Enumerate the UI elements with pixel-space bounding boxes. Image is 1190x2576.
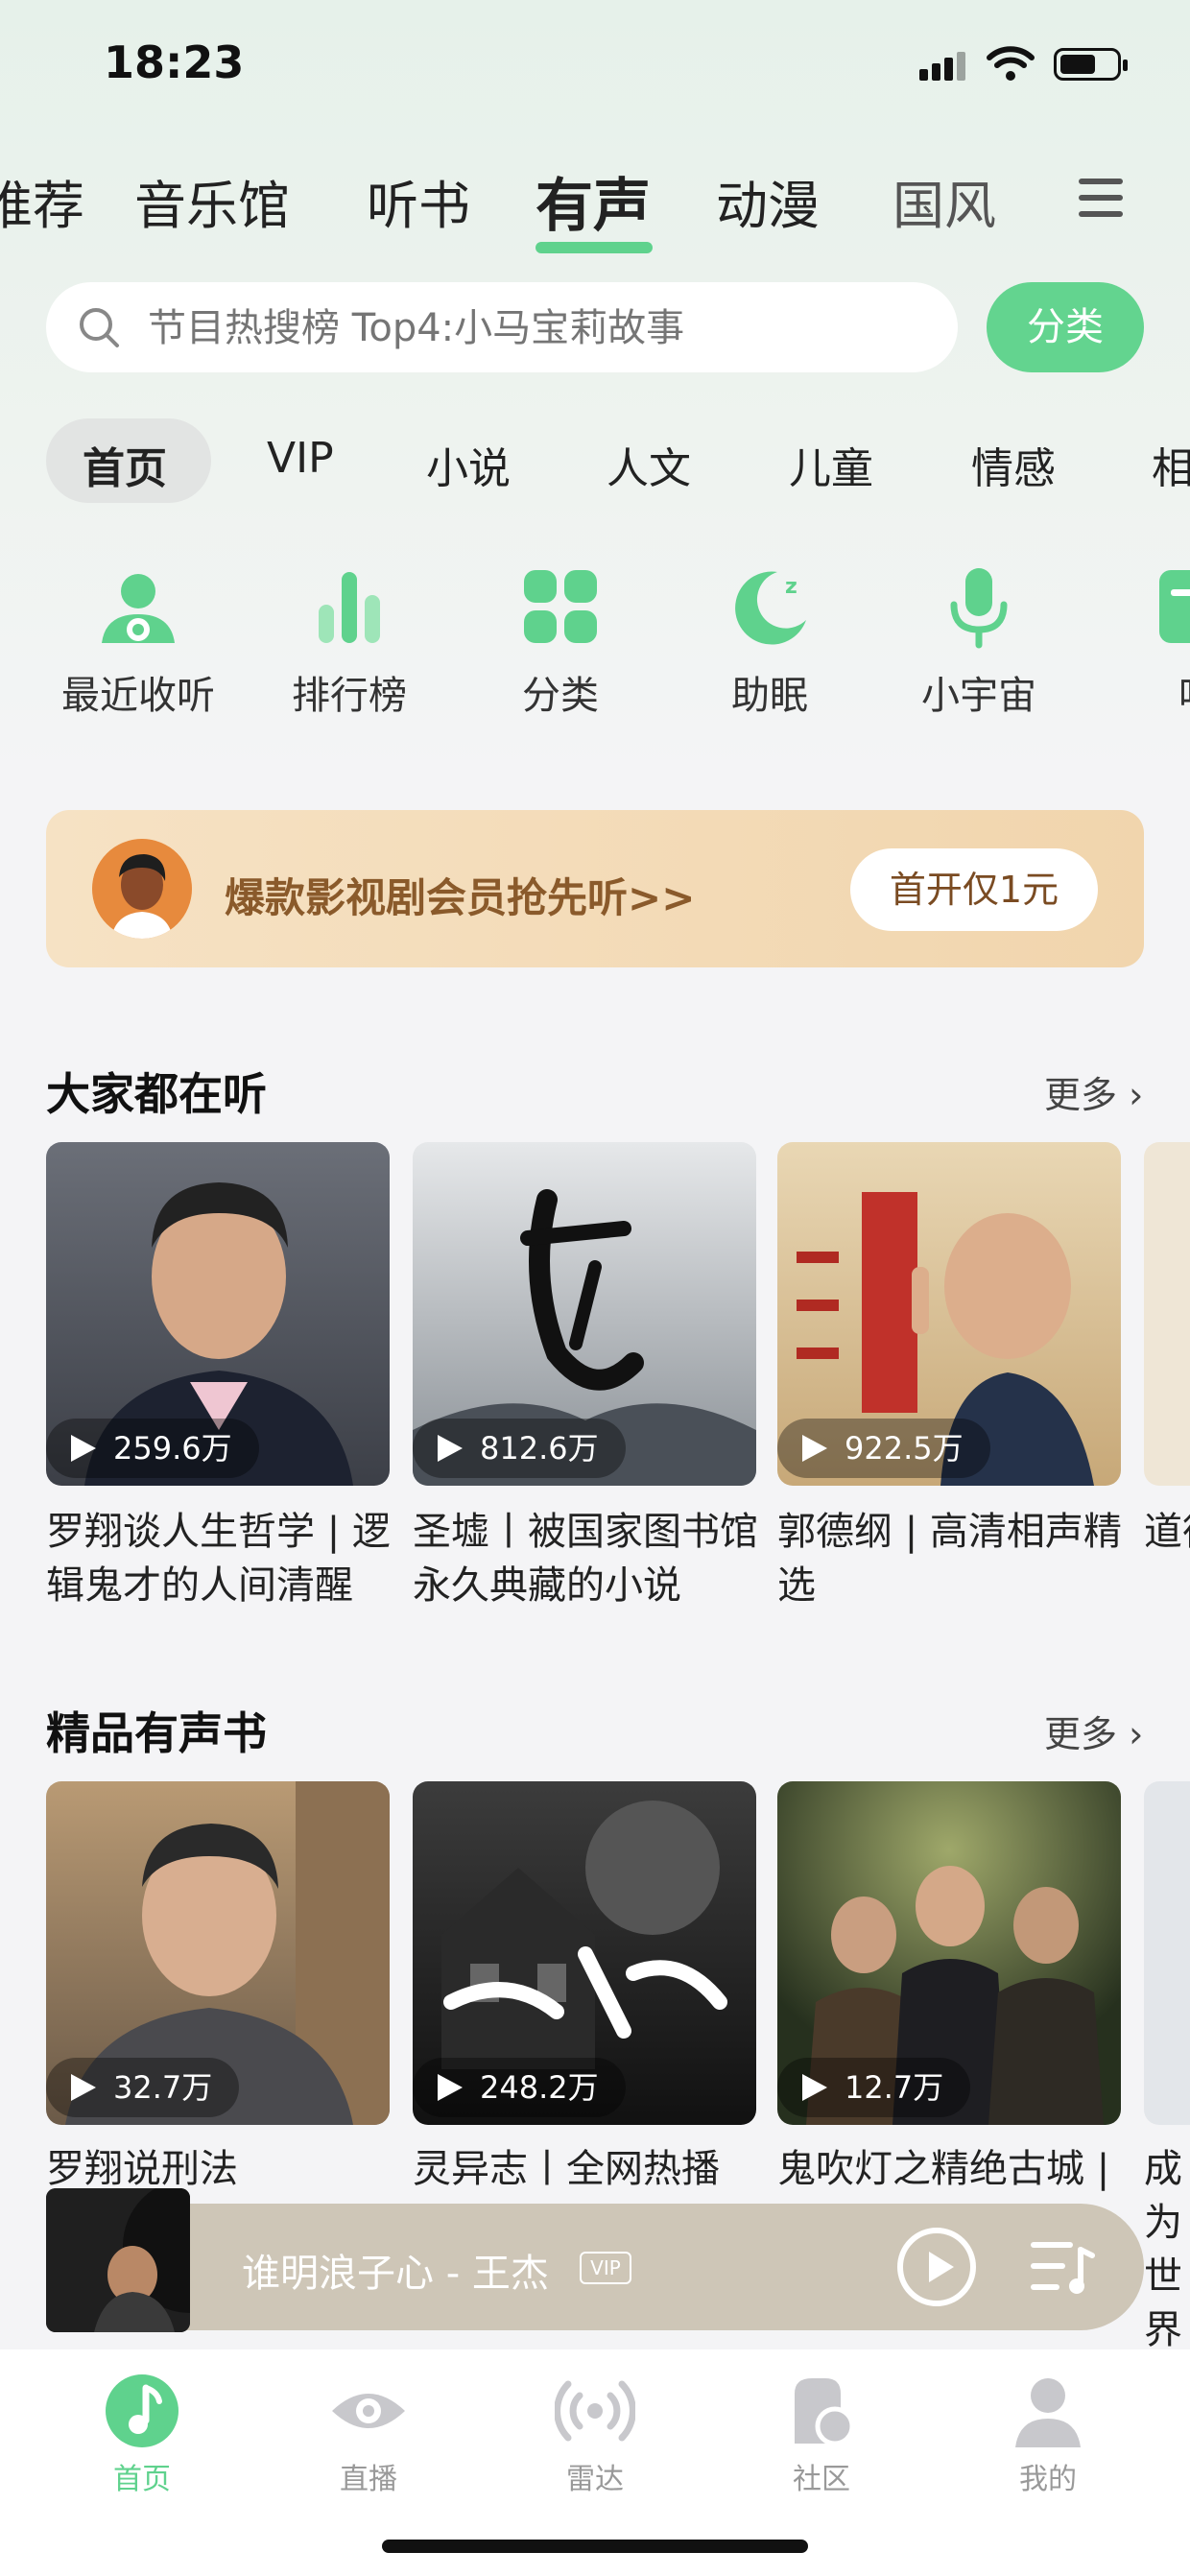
svg-text:z: z	[785, 575, 797, 599]
more-label: 更多	[1044, 1074, 1118, 1116]
quick-entry-xiaoyuzhou[interactable]: 小宇宙	[883, 664, 1075, 720]
more-link-popular[interactable]: 更多 ›	[1044, 1065, 1143, 1118]
tab-guofeng[interactable]: 国风	[892, 163, 996, 239]
more-link-books[interactable]: 更多 ›	[1044, 1705, 1143, 1757]
play-icon	[438, 2074, 463, 2101]
radar-icon[interactable]	[555, 2371, 635, 2451]
play-count-badge: 12.7万	[777, 2058, 971, 2117]
card-title[interactable]: 鬼吹灯之精绝古城 |	[777, 2142, 1132, 2196]
community-icon[interactable]	[781, 2371, 862, 2451]
eye-icon[interactable]	[328, 2371, 409, 2451]
play-count-badge: 32.7万	[46, 2058, 240, 2117]
quick-entry-ranking[interactable]: 排行榜	[253, 664, 445, 720]
subtab-children[interactable]: 儿童	[789, 434, 873, 495]
tab-recommend[interactable]: 推荐	[0, 163, 84, 239]
subtab-home[interactable]: 首页	[83, 434, 167, 495]
play-count: 12.7万	[845, 2069, 944, 2106]
banner-avatar	[92, 839, 192, 939]
nav-live[interactable]: 直播	[292, 2455, 445, 2497]
music-note-icon[interactable]	[102, 2371, 182, 2451]
tab-audiobook[interactable]: 听书	[367, 163, 470, 239]
home-indicator	[382, 2540, 808, 2553]
card-title[interactable]: 郭德纲 | 高清相声精选	[777, 1505, 1132, 1612]
play-icon[interactable]	[896, 2227, 977, 2307]
vip-badge: VIP	[580, 2252, 631, 2284]
play-count: 248.2万	[480, 2069, 599, 2106]
subtab-vip[interactable]: VIP	[267, 434, 334, 483]
album-cover[interactable]	[1144, 1781, 1190, 2125]
profile-icon[interactable]	[1008, 2371, 1088, 2451]
search-input[interactable]	[148, 299, 935, 357]
banner-button[interactable]: 首开仅1元	[850, 848, 1098, 931]
album-cover[interactable]	[1144, 1142, 1190, 1486]
active-tab-indicator	[536, 242, 653, 253]
play-count-badge: 812.6万	[413, 1419, 626, 1478]
play-count: 259.6万	[113, 1430, 232, 1467]
play-count-badge: 259.6万	[46, 1419, 259, 1478]
nav-community[interactable]: 社区	[745, 2455, 898, 2497]
more-label: 更多	[1044, 1713, 1118, 1755]
subtab-emotion[interactable]: 情感	[971, 434, 1056, 495]
player-album-art[interactable]	[46, 2188, 190, 2332]
nav-radar[interactable]: 雷达	[518, 2455, 672, 2497]
card-title[interactable]: 灵异志丨全网热播	[413, 2142, 768, 2196]
book-icon[interactable]	[1152, 561, 1190, 653]
status-time: 18:23	[104, 36, 245, 88]
quick-entry-recent[interactable]: 最近收听	[42, 664, 234, 720]
category-button[interactable]: 分类	[987, 282, 1144, 372]
play-icon	[71, 1435, 96, 1462]
card-title[interactable]: 罗翔谈人生哲学 | 逻辑鬼才的人间清醒	[46, 1505, 401, 1612]
person-headphone-icon[interactable]	[92, 561, 184, 653]
subtab-humanities[interactable]: 人文	[607, 434, 691, 495]
menu-icon[interactable]	[1079, 179, 1123, 217]
play-count: 812.6万	[480, 1430, 599, 1467]
quick-entry-listen[interactable]: 听	[1102, 664, 1190, 720]
cellular-signal-icon	[919, 48, 969, 81]
tab-anime[interactable]: 动漫	[716, 163, 820, 239]
player-song-title: 谁明浪子心 - 王杰	[242, 2252, 549, 2296]
card-title[interactable]: 成为世界	[1144, 2142, 1190, 2357]
nav-home[interactable]: 首页	[65, 2455, 219, 2497]
subtab-crosstalk[interactable]: 相	[1152, 434, 1190, 495]
quick-entry-category[interactable]: 分类	[464, 664, 656, 720]
quick-entry-sleep[interactable]: 助眠	[674, 664, 866, 720]
card-title[interactable]: 道德	[1144, 1505, 1190, 1559]
nav-mine[interactable]: 我的	[971, 2455, 1125, 2497]
card-title[interactable]: 圣墟丨被国家图书馆永久典藏的小说	[413, 1505, 768, 1612]
play-count-badge: 922.5万	[777, 1419, 990, 1478]
play-icon	[438, 1435, 463, 1462]
play-count: 32.7万	[113, 2069, 213, 2106]
play-count: 922.5万	[845, 1430, 964, 1467]
chart-bars-icon[interactable]	[303, 561, 395, 653]
play-count-badge: 248.2万	[413, 2058, 626, 2117]
play-icon	[802, 1435, 827, 1462]
section-title-books: 精品有声书	[46, 1707, 267, 1759]
grid-icon[interactable]	[514, 561, 607, 653]
playlist-icon[interactable]	[1029, 2236, 1096, 2298]
tab-audio[interactable]: 有声	[536, 159, 651, 243]
moon-icon[interactable]: z	[724, 561, 816, 653]
microphone-icon[interactable]	[933, 561, 1025, 653]
battery-icon	[1054, 48, 1128, 81]
banner-text: 爆款影视剧会员抢先听>>	[225, 874, 696, 921]
wifi-icon	[987, 46, 1035, 81]
tab-music[interactable]: 音乐馆	[134, 163, 290, 239]
subtab-novel[interactable]: 小说	[426, 434, 511, 495]
play-icon	[71, 2074, 96, 2101]
section-title-popular: 大家都在听	[46, 1068, 267, 1120]
search-icon	[80, 308, 119, 347]
play-icon	[802, 2074, 827, 2101]
